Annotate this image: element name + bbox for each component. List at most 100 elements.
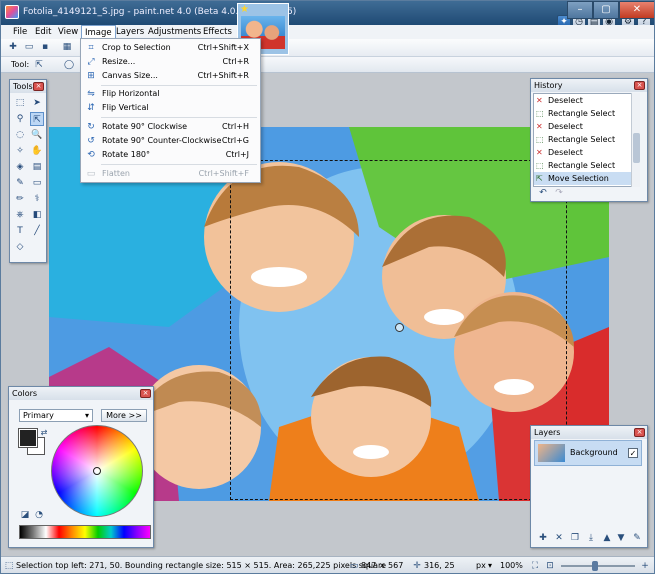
history-scrollbar[interactable] xyxy=(631,93,640,187)
menu-view[interactable]: View xyxy=(55,25,81,39)
move-selection-icon: ⇱ xyxy=(536,174,543,183)
image-size-icon: ▭ xyxy=(349,561,359,571)
colors-panel-title[interactable]: Colors xyxy=(9,387,153,400)
zoom-slider-thumb[interactable] xyxy=(592,561,598,571)
duplicate-layer-icon[interactable]: ❐ xyxy=(569,532,581,544)
minimize-button[interactable]: – xyxy=(567,1,593,19)
zoom-actual-size-icon[interactable]: ⊡ xyxy=(544,560,556,572)
menu-image[interactable]: Image xyxy=(81,25,116,39)
gradient-tool-icon[interactable]: ▤ xyxy=(30,160,44,174)
new-file-icon[interactable]: ✚ xyxy=(7,41,19,53)
menu-adjustments[interactable]: Adjustments xyxy=(145,25,204,39)
selection-mode-icon[interactable]: ◯ xyxy=(63,59,75,71)
history-item-current[interactable]: ⇱ Move Selection xyxy=(534,172,632,185)
menu-rotate-cw[interactable]: ↻ Rotate 90° Clockwise Ctrl+H xyxy=(82,120,259,134)
color-picker-tool-icon[interactable]: ⚕ xyxy=(30,192,44,206)
history-item[interactable]: ⬚ Rectangle Select xyxy=(534,133,632,146)
menu-rotate-180[interactable]: ⟲ Rotate 180° Ctrl+J xyxy=(82,148,259,162)
menu-flip-vertical[interactable]: ⇵ Flip Vertical xyxy=(82,101,259,115)
menu-resize[interactable]: ⤢ Resize... Ctrl+R xyxy=(82,55,259,69)
deselect-icon: ✕ xyxy=(536,96,543,105)
clone-stamp-tool-icon[interactable]: ⎈ xyxy=(13,208,27,222)
color-palette-strip[interactable] xyxy=(19,525,151,539)
move-pixels-tool-icon[interactable]: ➤ xyxy=(30,96,44,110)
zoom-in-icon[interactable]: + xyxy=(639,560,651,572)
open-file-icon[interactable]: ▭ xyxy=(23,41,35,53)
ellipse-select-tool-icon[interactable]: ◌ xyxy=(13,128,27,142)
more-colors-button[interactable]: More >> xyxy=(101,409,147,422)
menu-flip-horizontal[interactable]: ⇋ Flip Horizontal xyxy=(82,87,259,101)
zoom-to-window-icon[interactable]: ⛶ xyxy=(529,560,541,572)
layers-panel-title[interactable]: Layers xyxy=(531,426,647,439)
zoom-level-text[interactable]: 100% xyxy=(500,557,523,573)
primary-color-swatch[interactable] xyxy=(19,429,37,447)
menu-crop-to-selection[interactable]: ⌗ Crop to Selection Ctrl+Shift+X xyxy=(82,41,259,55)
history-item[interactable]: ⬚ Rectangle Select xyxy=(534,107,632,120)
move-selection-handle-icon[interactable] xyxy=(395,323,404,332)
title-bar[interactable]: Fotolia_4149121_S.jpg - paint.net 4.0 (B… xyxy=(1,1,654,29)
deselect-icon: ✕ xyxy=(536,148,543,157)
current-tool-icon[interactable]: ⇱ xyxy=(33,59,45,71)
shapes-tool-icon[interactable]: ◇ xyxy=(13,240,27,254)
rotate-ccw-icon: ↺ xyxy=(87,136,95,146)
close-icon[interactable]: × xyxy=(634,428,645,437)
units-select[interactable]: px xyxy=(476,557,486,573)
save-file-icon[interactable]: ▪ xyxy=(39,41,51,53)
tools-panel: Tools × ⬚ ➤ ⚲ ⇱ ◌ 🔍 ✧ ✋ ◈ ▤ ✎ ▭ ✏ ⚕ ⎈ ◧ … xyxy=(9,79,47,263)
menu-flatten[interactable]: ▭ Flatten Ctrl+Shift+F xyxy=(82,167,259,181)
history-item[interactable]: ✕ Deselect xyxy=(534,94,632,107)
menu-rotate-ccw[interactable]: ↺ Rotate 90° Counter-Clockwise Ctrl+G xyxy=(82,134,259,148)
print-icon[interactable]: ▦ xyxy=(61,41,73,53)
pan-tool-icon[interactable]: ✋ xyxy=(30,144,44,158)
close-icon[interactable]: × xyxy=(634,81,645,90)
history-item[interactable]: ✕ Deselect xyxy=(534,146,632,159)
flatten-icon: ▭ xyxy=(86,169,96,179)
menu-layers[interactable]: Layers xyxy=(113,25,147,39)
cursor-position-text: 316, 25 xyxy=(424,561,455,570)
line-curve-tool-icon[interactable]: ╱ xyxy=(30,224,44,238)
menu-canvas-size[interactable]: ⊞ Canvas Size... Ctrl+Shift+R xyxy=(82,69,259,83)
pencil-tool-icon[interactable]: ✏ xyxy=(13,192,27,206)
move-selection-tool-icon[interactable]: ⇱ xyxy=(30,112,44,126)
paint-bucket-tool-icon[interactable]: ◈ xyxy=(13,160,27,174)
add-layer-icon[interactable]: ✚ xyxy=(537,532,549,544)
close-icon[interactable]: × xyxy=(33,82,44,91)
delete-layer-icon[interactable]: ✕ xyxy=(553,532,565,544)
unsaved-star-icon: ★ xyxy=(240,4,249,15)
rectangle-select-tool-icon[interactable]: ⬚ xyxy=(13,96,27,110)
paintbrush-tool-icon[interactable]: ✎ xyxy=(13,176,27,190)
reset-colors-icon[interactable]: ◪ xyxy=(19,509,31,521)
tool-label: Tool: xyxy=(11,60,30,69)
color-mode-select[interactable]: Primary ▾ xyxy=(19,409,93,422)
close-window-button[interactable]: ✕ xyxy=(619,1,654,19)
move-layer-up-icon[interactable]: ▲ xyxy=(601,532,613,544)
magic-wand-tool-icon[interactable]: ✧ xyxy=(13,144,27,158)
menu-effects[interactable]: Effects xyxy=(200,25,235,39)
text-tool-icon[interactable]: T xyxy=(13,224,27,238)
image-size-text: 847 × 567 xyxy=(361,561,404,570)
zoom-slider-track[interactable] xyxy=(561,565,635,567)
history-panel-title[interactable]: History xyxy=(531,79,647,92)
merge-layer-icon[interactable]: ⤓ xyxy=(585,532,597,544)
zoom-tool-icon[interactable]: 🔍 xyxy=(30,128,44,142)
undo-icon[interactable]: ↶ xyxy=(537,187,549,199)
history-item[interactable]: ⬚ Rectangle Select xyxy=(534,159,632,172)
maximize-button[interactable]: ▢ xyxy=(593,1,619,19)
lasso-select-tool-icon[interactable]: ⚲ xyxy=(13,112,27,126)
layer-row-background[interactable]: Background ✓ xyxy=(534,440,642,466)
close-icon[interactable]: × xyxy=(140,389,151,398)
layer-properties-icon[interactable]: ✎ xyxy=(631,532,643,544)
layer-visibility-checkbox[interactable]: ✓ xyxy=(628,448,638,458)
recolor-tool-icon[interactable]: ◧ xyxy=(30,208,44,222)
palette-menu-icon[interactable]: ◔ xyxy=(33,509,45,521)
eraser-tool-icon[interactable]: ▭ xyxy=(30,176,44,190)
redo-icon[interactable]: ↷ xyxy=(553,187,565,199)
units-chevron-icon[interactable]: ▾ xyxy=(488,557,492,573)
color-wheel[interactable] xyxy=(51,425,143,517)
menu-file[interactable]: File xyxy=(10,25,30,39)
history-scroll-thumb[interactable] xyxy=(633,133,640,163)
history-item[interactable]: ✕ Deselect xyxy=(534,120,632,133)
menu-edit[interactable]: Edit xyxy=(32,25,54,39)
swap-colors-icon[interactable]: ⇄ xyxy=(38,427,50,439)
move-layer-down-icon[interactable]: ▼ xyxy=(615,532,627,544)
